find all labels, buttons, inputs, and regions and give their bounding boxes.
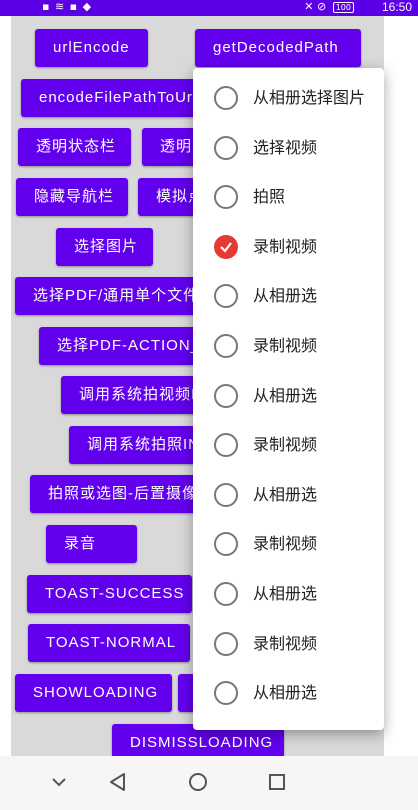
radio-unchecked-icon[interactable] (214, 433, 238, 458)
radio-unchecked-icon[interactable] (214, 681, 238, 706)
menu-item-label: 拍照 (253, 187, 286, 207)
menu-item[interactable]: 从相册选 (193, 371, 384, 421)
show-loading-button[interactable]: SHOWLOADING (15, 674, 172, 712)
menu-item[interactable]: 录制视频 (193, 619, 384, 669)
record-audio-button[interactable]: 录音 (46, 525, 137, 563)
radio-unchecked-icon[interactable] (214, 532, 238, 557)
radio-unchecked-icon[interactable] (214, 383, 238, 408)
menu-item-label: 录制视频 (253, 435, 318, 455)
menu-item-label: 从相册选择图片 (253, 88, 366, 107)
radio-unchecked-icon[interactable] (214, 334, 238, 358)
status-bar: ▪ ≋ ▪ ◆ ✕ ⊘ 100 16:50 (0, 0, 418, 16)
get-decoded-path-button[interactable]: getDecodedPath (195, 29, 361, 67)
triangle-back-icon[interactable] (104, 768, 132, 796)
status-system-icons: ✕ ⊘ (304, 0, 327, 13)
menu-item[interactable]: 从相册选 (193, 470, 384, 520)
photo-or-pick-rear-camera-button[interactable]: 拍照或选图-后置摄像 (30, 475, 220, 513)
menu-item[interactable]: 录制视频 (193, 519, 384, 569)
toast-normal-button[interactable]: TOAST-NORMAL (28, 624, 190, 662)
menu-item[interactable]: 选择视频 (193, 123, 384, 173)
menu-item[interactable]: 从相册选 (193, 668, 384, 718)
battery-icon: 100 (332, 2, 354, 13)
menu-item-label: 从相册选 (253, 385, 318, 405)
hide-navigation-bar-button[interactable]: 隐藏导航栏 (16, 178, 128, 216)
radio-checked-icon[interactable] (214, 234, 238, 259)
menu-item[interactable]: 录制视频 (193, 420, 384, 470)
square-recent-icon[interactable] (263, 768, 291, 796)
menu-item-label: 录制视频 (253, 236, 318, 256)
status-time: 16:50 (381, 0, 412, 14)
menu-item-label: 从相册选 (253, 584, 318, 603)
status-right-icons: ✕ ⊘ 100 (304, 0, 354, 14)
menu-item[interactable]: 录制视频 (193, 321, 384, 371)
menu-item-label: 选择视频 (253, 137, 318, 157)
radio-unchecked-icon[interactable] (214, 284, 238, 309)
option-popup-menu: 从相册选择图片 选择视频 拍照 录制视频 从相册选 录制视频 从相册选 录制视频 从相册选 录制视… (193, 68, 384, 730)
select-image-button[interactable]: 选择图片 (56, 228, 153, 266)
menu-item[interactable]: 录制视频 (193, 222, 384, 272)
menu-item[interactable]: 从相册选 (193, 569, 384, 619)
menu-item[interactable]: 从相册选择图片 (193, 73, 384, 123)
menu-item[interactable]: 拍照 (193, 172, 384, 222)
encode-file-path-button[interactable]: encodeFilePathToUri (21, 79, 221, 117)
radio-unchecked-icon[interactable] (214, 185, 238, 210)
radio-unchecked-icon[interactable] (214, 582, 238, 606)
menu-item-label: 从相册选 (253, 683, 318, 703)
transparent-status-bar-button[interactable]: 透明状态栏 (18, 128, 131, 166)
navigation-bar (0, 756, 418, 810)
status-left-icons: ▪ ≋ ▪ ◆ (42, 0, 93, 13)
url-encode-button[interactable]: urlEncode (35, 29, 148, 67)
menu-item-label: 从相册选 (253, 286, 318, 306)
circle-home-icon[interactable] (184, 768, 212, 796)
chevron-down-icon[interactable] (45, 768, 73, 796)
menu-item-label: 录制视频 (253, 633, 318, 653)
toast-success-button[interactable]: TOAST-SUCCESS (27, 575, 192, 613)
menu-item-label: 从相册选 (253, 484, 318, 504)
menu-item-label: 录制视频 (253, 534, 318, 554)
menu-item[interactable]: 从相册选 (193, 271, 384, 321)
menu-item-label: 录制视频 (253, 336, 318, 355)
select-pdf-action-button[interactable]: 选择PDF-ACTION_ (39, 327, 219, 365)
radio-unchecked-icon[interactable] (214, 135, 238, 160)
radio-unchecked-icon[interactable] (214, 631, 238, 656)
select-pdf-file-button[interactable]: 选择PDF/通用单个文件 (15, 277, 215, 315)
radio-unchecked-icon[interactable] (214, 482, 238, 507)
radio-unchecked-icon[interactable] (214, 86, 238, 110)
